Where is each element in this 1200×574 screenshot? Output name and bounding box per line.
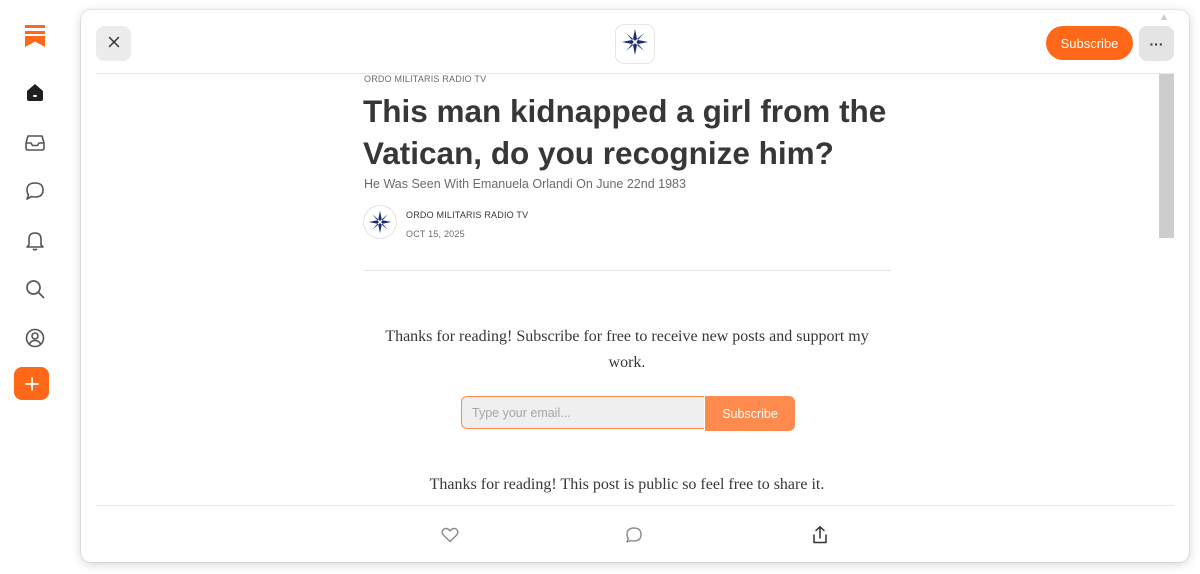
publication-logo[interactable]: [616, 25, 654, 63]
comment-icon[interactable]: [623, 524, 645, 546]
bell-icon[interactable]: [22, 227, 48, 253]
chat-icon[interactable]: [22, 178, 48, 204]
share-icon[interactable]: [809, 524, 831, 546]
scroll-up-icon[interactable]: ▲: [1159, 12, 1169, 23]
author-avatar[interactable]: [364, 206, 396, 238]
author-name[interactable]: ORDO MILITARIS RADIO TV: [406, 210, 528, 220]
profile-icon[interactable]: [22, 325, 48, 351]
subscribe-message: Thanks for reading! Subscribe for free t…: [385, 328, 869, 371]
close-button[interactable]: [96, 26, 131, 61]
close-icon: [108, 35, 120, 53]
home-icon[interactable]: [22, 79, 48, 105]
post-subtitle: He Was Seen With Emanuela Orlandi On Jun…: [364, 177, 686, 191]
more-icon: ···: [1149, 35, 1164, 52]
post-date: OCT 15, 2025: [406, 229, 465, 239]
byline-divider: [364, 270, 891, 271]
email-subscribe-button[interactable]: Subscribe: [705, 396, 795, 431]
star-cross-logo-icon: [620, 27, 650, 62]
email-field[interactable]: [461, 396, 704, 429]
post-modal: Subscribe ··· ▲ ORDO MILITARIS RADIO TV …: [81, 10, 1189, 562]
plus-icon[interactable]: [14, 367, 49, 400]
heart-icon[interactable]: [439, 524, 461, 546]
post-title: This man kidnapped a girl from the Vatic…: [363, 93, 887, 171]
search-icon[interactable]: [22, 276, 48, 302]
post-kicker[interactable]: ORDO MILITARIS RADIO TV: [364, 74, 486, 84]
subscribe-button[interactable]: Subscribe: [1046, 26, 1133, 60]
post-content: ORDO MILITARIS RADIO TV This man kidnapp…: [81, 74, 1189, 506]
footer-divider: [96, 505, 1174, 506]
left-rail: [0, 0, 70, 574]
share-message: Thanks for reading! This post is public …: [429, 476, 825, 493]
bookmark-logo-icon[interactable]: [22, 23, 48, 49]
more-options-button[interactable]: ···: [1139, 26, 1174, 61]
inbox-icon[interactable]: [22, 129, 48, 155]
